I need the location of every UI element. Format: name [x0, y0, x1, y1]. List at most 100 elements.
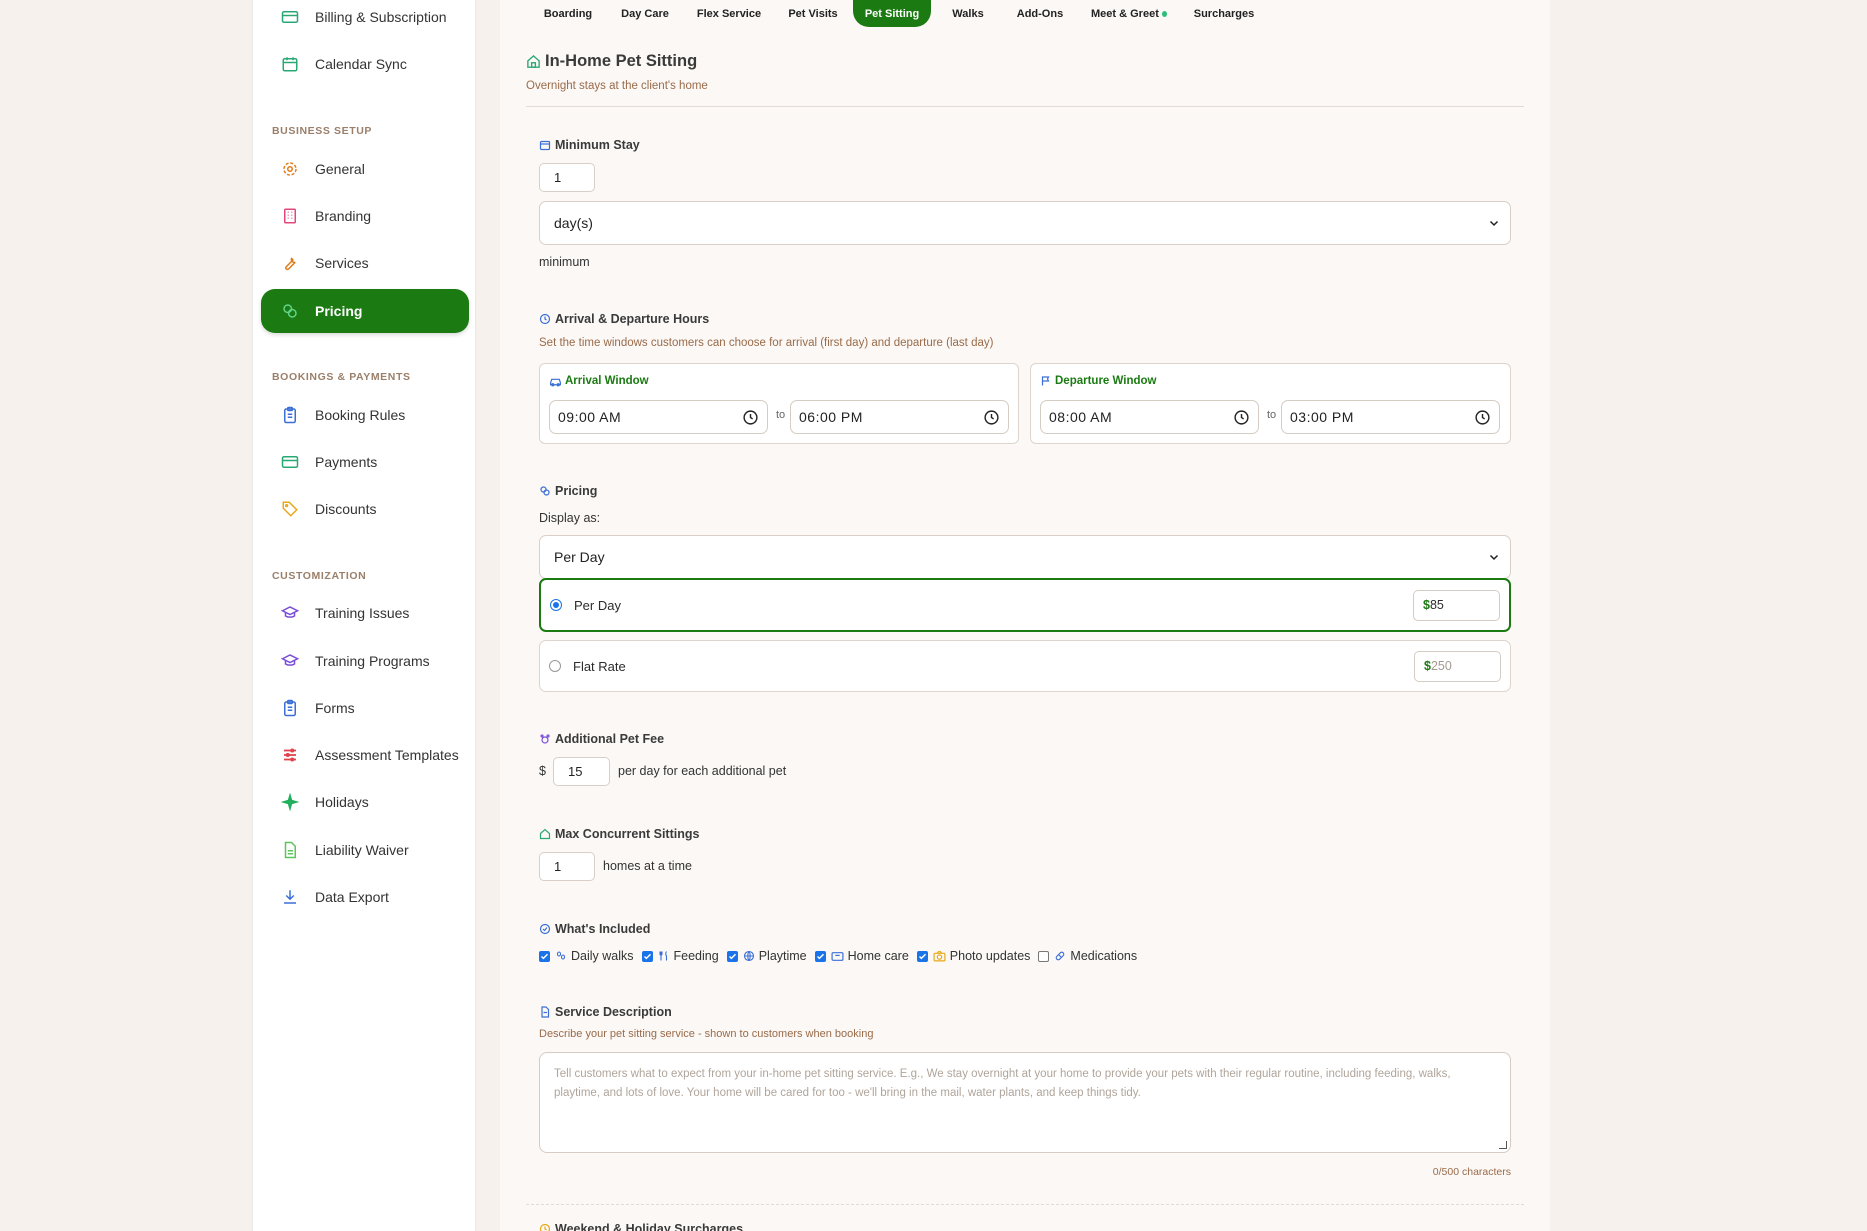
sidebar-item-training-programs[interactable]: Training Programs: [261, 639, 469, 683]
sidebar-item-holidays[interactable]: Holidays: [261, 780, 469, 824]
clock-icon[interactable]: [1474, 409, 1491, 426]
document-icon: [539, 1006, 551, 1018]
clock-icon[interactable]: [1233, 409, 1250, 426]
description-label: Service Description: [539, 1005, 672, 1019]
tab-meet-greet[interactable]: Meet & Greet: [1091, 0, 1167, 27]
clock-icon: [539, 1223, 551, 1231]
sidebar-item-calendar-sync[interactable]: Calendar Sync: [261, 42, 469, 86]
included-item-playtime[interactable]: Playtime: [726, 949, 807, 963]
character-counter: 0/500 characters: [1432, 1166, 1511, 1178]
tab-boarding[interactable]: Boarding: [544, 0, 592, 27]
checkbox-checked[interactable]: [814, 950, 826, 962]
flat-rate-radio[interactable]: [549, 660, 561, 672]
surcharges-section-label: Weekend & Holiday Surcharges: [539, 1222, 743, 1231]
paw-icon: [555, 950, 567, 962]
arrival-from-input[interactable]: 09:00 AM: [549, 400, 768, 434]
clock-icon[interactable]: [983, 409, 1000, 426]
sidebar-item-label: Liability Waiver: [315, 842, 409, 858]
page-title: In-Home Pet Sitting: [526, 52, 697, 71]
sidebar-item-training-issues[interactable]: Training Issues: [261, 591, 469, 635]
additional-fee-label: Additional Pet Fee: [539, 732, 664, 746]
description-textarea[interactable]: Tell customers what to expect from your …: [539, 1052, 1511, 1153]
tab-pet-sitting[interactable]: Pet Sitting: [853, 0, 931, 27]
sidebar-item-branding[interactable]: Branding: [261, 194, 469, 238]
sidebar-item-services[interactable]: Services: [261, 241, 469, 285]
tab-add-ons[interactable]: Add-Ons: [1015, 0, 1065, 27]
flag-icon: [1040, 375, 1052, 387]
max-sittings-label-text: Max Concurrent Sittings: [555, 827, 700, 841]
per-day-price-input[interactable]: $ 85: [1413, 589, 1500, 621]
included-item-home-care[interactable]: Home care: [814, 949, 909, 963]
sidebar-item-booking-rules[interactable]: Booking Rules: [261, 393, 469, 437]
tab-label: Meet & Greet: [1091, 7, 1159, 20]
sidebar-item-label: Billing & Subscription: [315, 9, 447, 25]
sidebar-item-payments[interactable]: Payments: [261, 440, 469, 484]
sidebar-item-pricing[interactable]: Pricing: [261, 289, 469, 333]
departure-window-label: Departure Window: [1040, 375, 1156, 387]
min-stay-suffix: minimum: [539, 255, 590, 269]
checkbox-checked[interactable]: [916, 950, 928, 962]
included-item-daily-walks[interactable]: Daily walks: [539, 949, 634, 963]
sidebar-item-label: Calendar Sync: [315, 56, 407, 72]
calendar-icon: [539, 139, 551, 151]
sidebar-item-forms[interactable]: Forms: [261, 686, 469, 730]
pricing-option-per-day[interactable]: Per Day $ 85: [539, 578, 1511, 632]
arrival-to-input[interactable]: 06:00 PM: [790, 400, 1009, 434]
tab-walks[interactable]: Walks: [951, 0, 985, 27]
additional-fee-input[interactable]: 15: [553, 757, 610, 786]
sidebar-item-label: Data Export: [315, 889, 389, 905]
checkbox-unchecked[interactable]: [1038, 950, 1050, 962]
sidebar-item-billing[interactable]: Billing & Subscription: [261, 0, 469, 39]
sidebar-item-label: Branding: [315, 208, 372, 224]
tab-pet-visits[interactable]: Pet Visits: [787, 0, 839, 27]
per-day-radio[interactable]: [550, 599, 562, 611]
sidebar-item-discounts[interactable]: Discounts: [261, 487, 469, 531]
sidebar-item-label: Assessment Templates: [315, 747, 459, 763]
download-icon: [279, 886, 301, 908]
resize-handle[interactable]: [1499, 1141, 1507, 1149]
tab-day-care[interactable]: Day Care: [621, 0, 669, 27]
tab-surcharges[interactable]: Surcharges: [1194, 0, 1255, 27]
max-sittings-input[interactable]: 1: [539, 852, 595, 881]
home-card-icon: [831, 951, 844, 962]
currency-symbol: $: [1423, 598, 1430, 612]
credit-card-icon: [279, 6, 301, 28]
included-item-feeding[interactable]: Feeding: [641, 949, 719, 963]
checkbox-checked[interactable]: [539, 950, 550, 962]
included-label-text: What's Included: [555, 922, 651, 936]
pricing-option-flat-rate[interactable]: Flat Rate $ 250: [539, 640, 1511, 692]
pricing-label-text: Pricing: [555, 484, 598, 498]
coins-icon: [279, 300, 301, 322]
settings-sidebar: Billing & Subscription Calendar Sync BUS…: [252, 0, 476, 1231]
included-list: Daily walks Feeding Playtime Home care P…: [539, 949, 1145, 963]
included-item-photo-updates[interactable]: Photo updates: [916, 949, 1030, 963]
pill-icon: [1054, 950, 1066, 962]
building-icon: [279, 205, 301, 227]
divider: [526, 1204, 1524, 1205]
included-item-label: Medications: [1070, 949, 1138, 963]
currency-symbol: $: [1424, 659, 1431, 673]
display-as-select[interactable]: Per Day: [539, 535, 1511, 579]
included-item-label: Home care: [847, 949, 909, 963]
checkbox-checked[interactable]: [726, 950, 738, 962]
max-sittings-suffix: homes at a time: [603, 859, 692, 873]
sidebar-item-label: Holidays: [315, 794, 369, 810]
clock-icon[interactable]: [742, 409, 759, 426]
sidebar-item-data-export[interactable]: Data Export: [261, 875, 469, 919]
check-circle-icon: [539, 923, 551, 935]
flat-rate-price-input[interactable]: $ 250: [1414, 650, 1501, 682]
surcharges-section-text: Weekend & Holiday Surcharges: [555, 1222, 744, 1231]
min-stay-unit-select[interactable]: day(s): [539, 201, 1511, 245]
sidebar-item-liability-waiver[interactable]: Liability Waiver: [261, 828, 469, 872]
checkbox-checked[interactable]: [641, 950, 653, 962]
tab-flex-service[interactable]: Flex Service: [697, 0, 761, 27]
departure-from-input[interactable]: 08:00 AM: [1040, 400, 1259, 434]
departure-from-value: 08:00 AM: [1049, 409, 1113, 425]
graduation-cap-icon: [279, 650, 301, 672]
included-item-medications[interactable]: Medications: [1038, 949, 1137, 963]
sidebar-item-label: Payments: [315, 454, 378, 470]
min-stay-input[interactable]: 1: [539, 163, 595, 192]
departure-to-input[interactable]: 03:00 PM: [1281, 400, 1500, 434]
sidebar-item-assessment-templates[interactable]: Assessment Templates: [261, 733, 469, 777]
sidebar-item-general[interactable]: General: [261, 147, 469, 191]
